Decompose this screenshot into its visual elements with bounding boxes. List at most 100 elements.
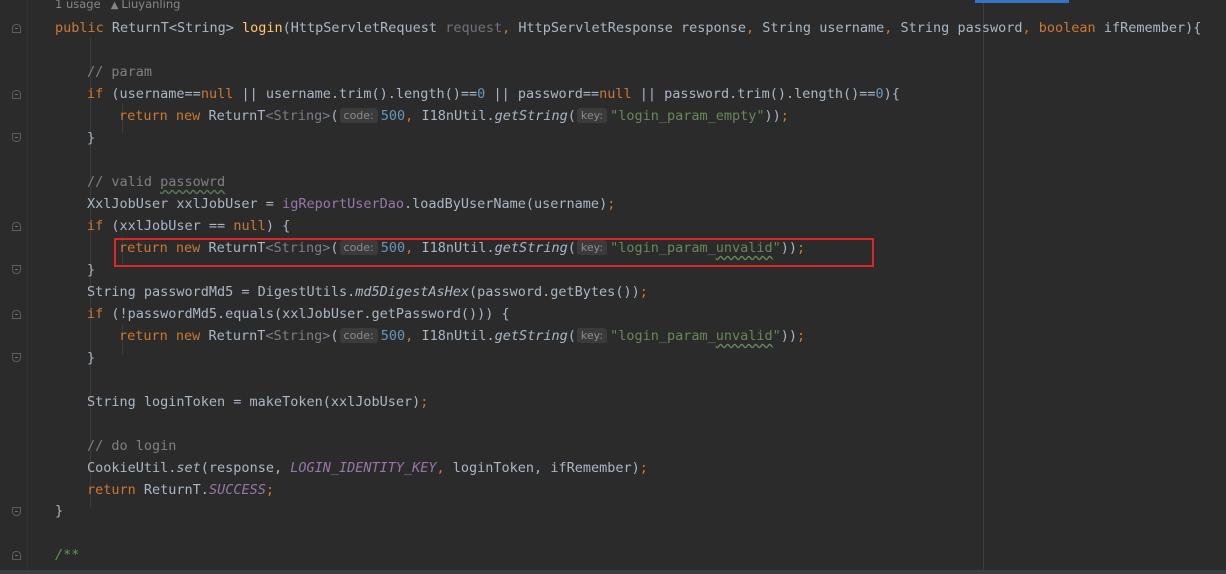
type-name: ReturnT<String> [111,20,234,36]
constant-name: LOGIN_IDENTITY_KEY [290,460,437,476]
method-call: md5DigestAsHex [355,284,470,300]
number: 500 [380,108,406,124]
comment-text: // do login [87,438,177,454]
keyword: return [87,482,136,498]
keyword: null [233,218,266,234]
comment-text: // param [87,64,153,80]
brace: } [87,130,96,146]
generic-type: <String> [265,108,331,124]
fold-doc-icon[interactable] [12,551,21,560]
class-name: I18nUtil. [421,108,495,124]
keyword: null [200,86,234,102]
code-line-if-params[interactable]: if (username==null || username.trim().le… [87,85,900,103]
code-text: (password.getBytes()) [469,284,640,300]
method-name: login [241,20,283,36]
code-text: XxlJobUser xxlJobUser = [87,196,283,212]
keyword: return [119,108,168,124]
fold-if-icon[interactable] [12,310,21,319]
code-text: ){ [883,86,900,102]
code-line-if-equals[interactable]: if (!passwordMd5.equals(xxlJobUser.getPa… [87,305,510,323]
code-line-comment[interactable]: // do login [87,437,176,455]
fold-if-end-icon[interactable] [12,353,21,362]
string-literal: "login_param_ [610,328,716,344]
param-name: username [819,20,885,36]
string-literal-typo: unvalid [715,328,773,344]
param-hint-code[interactable]: code: [339,108,378,123]
code-line-comment[interactable]: // valid passowrd [87,173,225,191]
param-type: String [762,20,812,36]
brace: } [55,503,64,519]
author-icon: ▲ [110,0,119,11]
code-text: || username.trim().length()== [233,86,478,102]
fold-if-icon[interactable] [12,222,21,231]
code-line-return-unvalid[interactable]: return new ReturnT<String>(code: 500, I18… [119,327,805,345]
doc-comment-text: /** [55,547,80,563]
code-line-doc-comment[interactable]: /** [55,546,79,564]
brace: ){ [1185,20,1202,36]
method-call: getString [494,108,568,124]
code-line-return-empty[interactable]: return new ReturnT<String>(code: 500, I18… [119,107,789,125]
code-text: String loginToken = makeToken(xxlJobUser… [87,394,421,410]
comment-text: // valid [87,174,161,190]
param-name: password [957,20,1023,36]
code-text: || password.trim().length()== [631,86,876,102]
fold-method-end-icon[interactable] [12,507,21,516]
number: 0 [875,86,884,102]
code-line-load-user[interactable]: XxlJobUser xxlJobUser = igReportUserDao.… [87,195,615,213]
code-text: (username== [103,86,201,102]
code-text: (!passwordMd5.equals(xxlJobUser.getPassw… [103,306,510,322]
code-vision-hint[interactable]: 1 usage ▲ Liuyanling [55,0,180,11]
generic-type: <String> [265,328,331,344]
code-line-signature[interactable]: public ReturnT<String> login(HttpServlet… [55,19,1201,37]
number: 500 [380,328,406,344]
param-hint-key[interactable]: key: [576,108,608,123]
usages-count[interactable]: 1 usage [55,0,101,11]
fold-if-icon[interactable] [12,90,21,99]
param-hint-code[interactable]: code: [339,328,378,343]
param-type: HttpServletResponse [518,20,673,36]
class-name: ReturnT [208,328,266,344]
keyword: null [599,86,632,102]
code-text: (xxlJobUser == [103,218,234,234]
fold-method-icon[interactable] [12,24,21,33]
code-line-return-success[interactable]: return ReturnT.SUCCESS; [87,481,274,499]
code-line-brace[interactable]: } [55,502,63,520]
field-name: igReportUserDao [282,196,404,212]
red-highlight-box [114,238,874,267]
typo-word: passowrd [160,174,226,190]
code-line-brace[interactable]: } [87,129,95,147]
keyword: new [175,108,201,124]
code-line-token[interactable]: String loginToken = makeToken(xxlJobUser… [87,393,428,411]
brace: } [87,262,96,278]
string-literal: "login_param_empty" [610,108,765,124]
code-text: .loadByUserName(username) [404,196,608,212]
param-name: ifRemember [1103,20,1186,36]
gutter-separator [27,0,28,570]
method-call: set [176,460,201,476]
keyword: if [87,86,104,102]
param-hint-key[interactable]: key: [576,328,608,343]
code-line-if-null[interactable]: if (xxlJobUser == null) { [87,217,290,235]
author-name[interactable]: Liuyanling [121,0,180,11]
code-text: (response, [200,460,291,476]
fold-if-end-icon[interactable] [12,265,21,274]
code-text: ReturnT. [135,482,209,498]
code-text: loginToken, ifRemember) [444,460,640,476]
param-name: response [680,20,747,36]
class-name: I18nUtil. [421,328,495,344]
keyword: public [55,20,104,36]
code-text: || password== [485,86,600,102]
code-line-md5[interactable]: String passwordMd5 = DigestUtils.md5Dige… [87,283,648,301]
keyword: new [175,328,201,344]
fold-if-end-icon[interactable] [12,133,21,142]
tab-active-indicator [975,0,1069,3]
class-name: CookieUtil. [87,460,177,476]
right-margin-guide [983,0,984,570]
code-line-brace[interactable]: } [87,261,95,279]
code-line-brace[interactable]: } [87,349,95,367]
editor-gutter [0,0,27,570]
code-line-comment[interactable]: // param [87,63,152,81]
keyword: if [87,306,104,322]
horizontal-scrollbar[interactable] [0,570,1226,574]
code-line-cookie[interactable]: CookieUtil.set(response, LOGIN_IDENTITY_… [87,459,648,477]
